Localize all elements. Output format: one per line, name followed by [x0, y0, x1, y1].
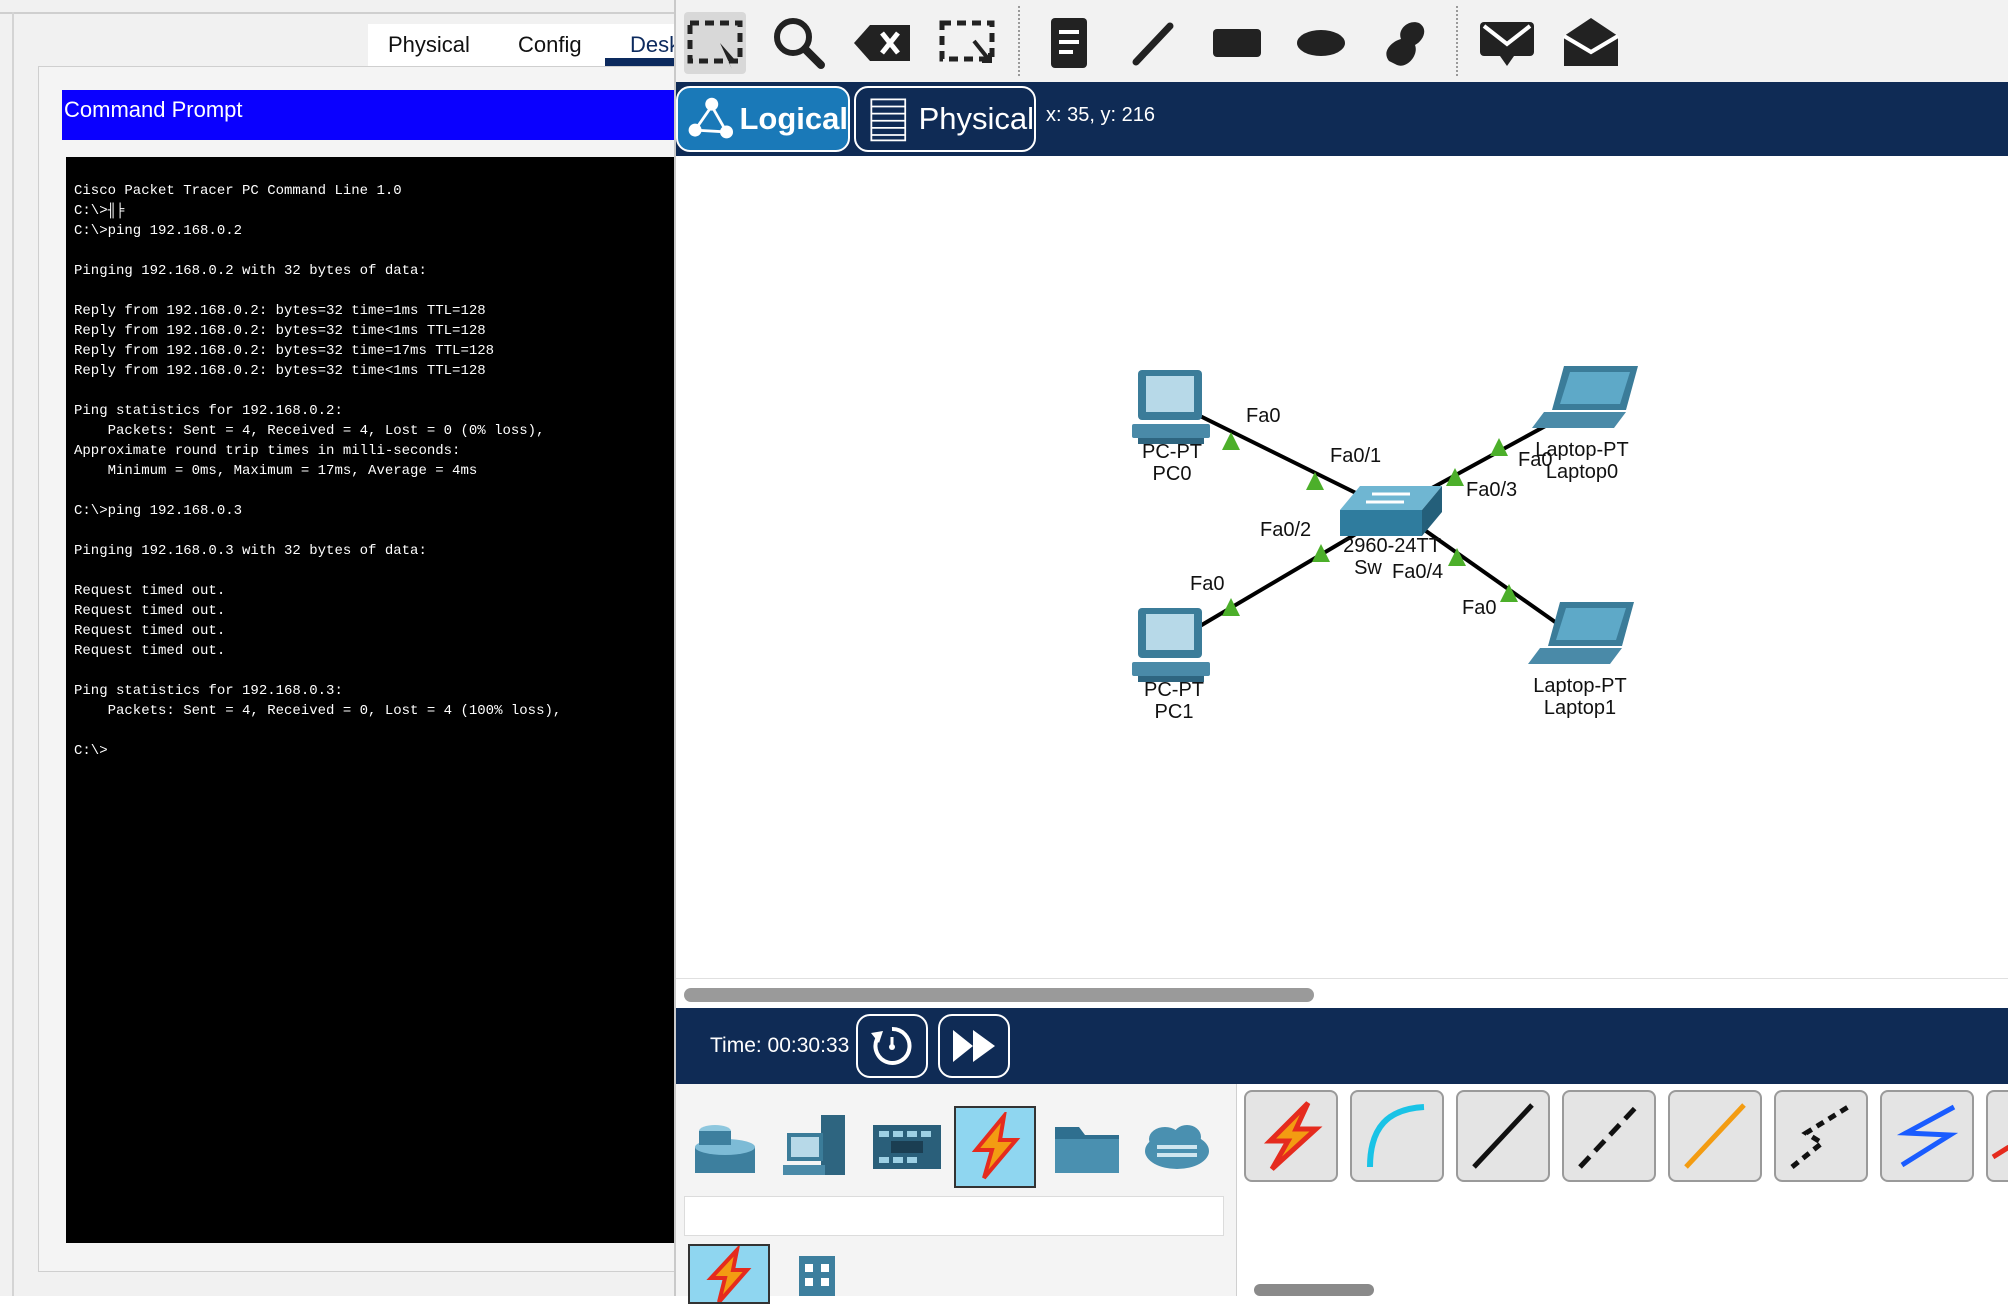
- command-prompt-title: Command Prompt: [62, 90, 674, 140]
- switch-port-fa0-2-label: Fa0/2: [1260, 519, 1311, 541]
- window-top-border: [0, 12, 674, 14]
- tab-logical[interactable]: Logical: [676, 86, 850, 152]
- multiuser-icon[interactable]: [1136, 1106, 1218, 1188]
- pc0-device[interactable]: [1132, 370, 1210, 444]
- tab-logical-label: Logical: [739, 101, 848, 136]
- power-cycle-icon: [871, 1026, 912, 1065]
- device-panel: [676, 1084, 2008, 1304]
- packet-tracer-main: Logical Physical x: 35, y: 216 PC-PT PC0…: [674, 0, 2008, 1304]
- network-devices-icon[interactable]: [684, 1106, 766, 1188]
- pc1-device[interactable]: [1132, 608, 1210, 682]
- physical-rack-icon: [870, 98, 907, 142]
- tab-physical-view[interactable]: Physical: [854, 86, 1036, 152]
- note-icon[interactable]: [1038, 12, 1100, 74]
- ellipse-icon[interactable]: [1290, 12, 1352, 74]
- pc1-port-label: Fa0: [1190, 573, 1224, 595]
- fast-forward-icon: [953, 1030, 995, 1062]
- tab-desktop[interactable]: Desk: [630, 32, 680, 58]
- logical-workspace[interactable]: PC-PT PC0 PC-PT PC1 Laptop-PT Laptop0 La…: [676, 156, 2008, 976]
- resize-icon[interactable]: [936, 12, 998, 74]
- laptop0-port-label: Fa0: [1518, 449, 1552, 471]
- simple-pdu-icon[interactable]: [1476, 12, 1538, 74]
- laptop1-model-label: Laptop-PT: [1533, 675, 1626, 697]
- cursor-coordinates: x: 35, y: 216: [1046, 104, 1155, 126]
- workspace-nav-bar: Logical Physical x: 35, y: 216: [676, 82, 2008, 156]
- fast-forward-button[interactable]: [938, 1014, 1010, 1078]
- miscellaneous-icon[interactable]: [1046, 1106, 1128, 1188]
- components-icon[interactable]: [866, 1106, 948, 1188]
- switch-model-label: 2960-24TT: [1343, 535, 1441, 557]
- building-icon[interactable]: [776, 1244, 858, 1304]
- end-devices-icon[interactable]: [774, 1106, 856, 1188]
- automatic-connection-icon[interactable]: [1244, 1090, 1338, 1182]
- connections-subtype-icon[interactable]: [688, 1244, 770, 1304]
- phone-cable-icon[interactable]: [1774, 1090, 1868, 1182]
- switch-port-fa0-4-label: Fa0/4: [1392, 561, 1443, 583]
- fiber-cable-icon[interactable]: [1668, 1090, 1762, 1182]
- console-cable-icon[interactable]: [1350, 1090, 1444, 1182]
- simulation-time: Time: 00:30:33: [710, 1034, 850, 1057]
- freeform-icon[interactable]: [1374, 12, 1436, 74]
- simulation-bar: Time: 00:30:33: [676, 1008, 2008, 1084]
- serial-cable-icon[interactable]: [1986, 1090, 2008, 1182]
- pc0-model-label: PC-PT: [1142, 441, 1202, 463]
- terminal-output[interactable]: Cisco Packet Tracer PC Command Line 1.0 …: [66, 157, 674, 1243]
- logical-topology-icon: [688, 97, 734, 139]
- connections-icon[interactable]: [954, 1106, 1036, 1188]
- laptop0-device[interactable]: [1532, 366, 1638, 428]
- pc-window: Physical Config Desk Command Prompt Cisc…: [0, 0, 680, 1296]
- tab-physical-pc[interactable]: Physical: [388, 32, 470, 58]
- topology-canvas[interactable]: PC-PT PC0 PC-PT PC1 Laptop-PT Laptop0 La…: [676, 156, 2008, 976]
- laptop1-name-label: Laptop1: [1544, 697, 1616, 719]
- toolbar-separator: [1018, 6, 1020, 76]
- terminal-text: Cisco Packet Tracer PC Command Line 1.0 …: [74, 183, 562, 759]
- laptop1-port-label: Fa0: [1462, 597, 1496, 619]
- coaxial-cable-icon[interactable]: [1880, 1090, 1974, 1182]
- complex-pdu-icon[interactable]: [1560, 12, 1622, 74]
- scrollbar-thumb[interactable]: [684, 988, 1314, 1002]
- pc0-name-label: PC0: [1153, 463, 1192, 485]
- cable-selection-panel: [1244, 1084, 2008, 1296]
- switch-port-fa0-1-label: Fa0/1: [1330, 445, 1381, 467]
- rectangle-icon[interactable]: [1206, 12, 1268, 74]
- pc1-model-label: PC-PT: [1144, 679, 1204, 701]
- power-cycle-button[interactable]: [856, 1014, 928, 1078]
- laptop1-device[interactable]: [1528, 602, 1634, 664]
- device-category-panel: [676, 1084, 1237, 1304]
- switch-name-label: Sw: [1354, 557, 1382, 579]
- main-toolbar: [676, 0, 2008, 83]
- cable-panel-scrollbar[interactable]: [1254, 1284, 1374, 1296]
- window-left-border: [12, 12, 14, 1296]
- delete-icon[interactable]: [852, 12, 914, 74]
- copper-straight-through-icon[interactable]: [1456, 1090, 1550, 1182]
- tab-physical-label: Physical: [918, 101, 1034, 136]
- workspace-horizontal-scrollbar[interactable]: [676, 978, 2008, 1009]
- device-subtype-list: [684, 1196, 1224, 1236]
- tab-config[interactable]: Config: [518, 32, 582, 58]
- copper-cross-over-icon[interactable]: [1562, 1090, 1656, 1182]
- inspect-icon[interactable]: [768, 12, 830, 74]
- switch-port-fa0-3-label: Fa0/3: [1466, 479, 1517, 501]
- laptop0-name-label: Laptop0: [1546, 461, 1618, 483]
- active-tab-indicator: [605, 58, 674, 66]
- pc0-port-label: Fa0: [1246, 405, 1280, 427]
- draw-line-icon[interactable]: [1122, 12, 1184, 74]
- switch-device[interactable]: [1340, 486, 1442, 536]
- pc1-name-label: PC1: [1155, 701, 1194, 723]
- toolbar-separator-2: [1456, 6, 1458, 76]
- select-icon[interactable]: [684, 12, 746, 74]
